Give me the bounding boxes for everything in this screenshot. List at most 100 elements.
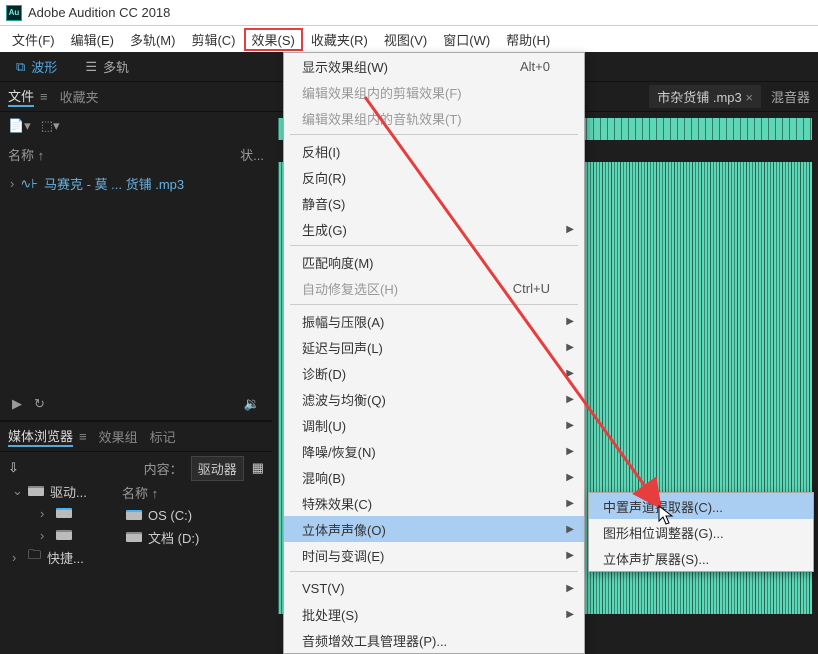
mi-auto-heal: 自动修复选区(H)Ctrl+U	[284, 275, 584, 301]
file-item[interactable]: › ∿⊦ 马赛克 - 莫 ... 货铺 .mp3	[8, 172, 264, 195]
multitrack-label: 多轨	[103, 57, 129, 76]
chevron-right-icon: ▶	[566, 342, 574, 353]
chevron-right-icon: ▶	[566, 224, 574, 235]
menu-multitrack[interactable]: 多轨(M)	[122, 28, 184, 51]
menu-separator	[290, 571, 578, 572]
chevron-right-icon: ▶	[566, 498, 574, 509]
chevron-right-icon: ▶	[566, 368, 574, 379]
chevron-right-icon: ▶	[566, 472, 574, 483]
mi-edit-clip-effects: 编辑效果组内的剪辑效果(F)	[284, 79, 584, 105]
play-button[interactable]: ▶	[12, 396, 22, 412]
menu-window[interactable]: 窗口(W)	[435, 28, 498, 51]
app-title: Adobe Audition CC 2018	[28, 5, 170, 20]
chevron-right-icon: ›	[10, 176, 14, 191]
file-list: › ∿⊦ 马赛克 - 莫 ... 货铺 .mp3	[0, 168, 272, 388]
chevron-right-icon: ▶	[566, 420, 574, 431]
browser-drive-c[interactable]: OS (C:)	[122, 504, 264, 526]
effects-menu: 显示效果组(W)Alt+0 编辑效果组内的剪辑效果(F) 编辑效果组内的音轨效果…	[283, 52, 585, 654]
record-icon[interactable]: ⬚▾	[41, 118, 60, 134]
smi-stereo-expander[interactable]: 立体声扩展器(S)...	[589, 545, 813, 571]
mi-plugin-manager[interactable]: 音频增效工具管理器(P)...	[284, 627, 584, 653]
name-column[interactable]: 名称 ↑	[8, 145, 44, 164]
smi-graphic-phase-shifter[interactable]: 图形相位调整器(G)...	[589, 519, 813, 545]
tab-effects-group[interactable]: 效果组	[99, 427, 138, 446]
menu-bar: 文件(F) 编辑(E) 多轨(M) 剪辑(C) 效果(S) 收藏夹(R) 视图(…	[0, 26, 818, 52]
mi-time-pitch[interactable]: 时间与变调(E)▶	[284, 542, 584, 568]
tab-media-browser[interactable]: 媒体浏览器	[8, 426, 73, 447]
transport-bar: ▶ ↻ 🔉	[0, 388, 272, 420]
mi-invert[interactable]: 反相(I)	[284, 138, 584, 164]
mi-match-loudness[interactable]: 匹配响度(M)	[284, 249, 584, 275]
chevron-right-icon: ›	[40, 506, 50, 521]
chevron-right-icon: ▶	[566, 524, 574, 535]
open-file-icon[interactable]: 📄▾	[8, 118, 31, 134]
mi-reverse[interactable]: 反向(R)	[284, 164, 584, 190]
panel-menu-icon[interactable]: ≡	[79, 429, 87, 444]
mi-vst[interactable]: VST(V)▶	[284, 575, 584, 601]
drive-d-label: 文档 (D:)	[148, 528, 199, 547]
menu-favorites[interactable]: 收藏夹(R)	[303, 28, 376, 51]
chevron-down-icon: ⌄	[12, 483, 22, 499]
mi-special[interactable]: 特殊效果(C)▶	[284, 490, 584, 516]
menu-clip[interactable]: 剪辑(C)	[183, 28, 243, 51]
menu-help[interactable]: 帮助(H)	[498, 28, 558, 51]
content-select[interactable]: 驱动器	[191, 456, 244, 481]
mi-reverb[interactable]: 混响(B)▶	[284, 464, 584, 490]
tab-marker[interactable]: 标记	[150, 427, 176, 446]
panel-menu-icon[interactable]: ≡	[40, 89, 48, 104]
chevron-right-icon: ▶	[566, 316, 574, 327]
import-icon[interactable]: ⇩	[8, 460, 19, 476]
drive-c-label: OS (C:)	[148, 508, 192, 523]
close-icon[interactable]: ×	[745, 90, 753, 105]
menu-view[interactable]: 视图(V)	[376, 28, 435, 51]
mi-delay-echo[interactable]: 延迟与回声(L)▶	[284, 334, 584, 360]
tab-favorites[interactable]: 收藏夹	[60, 87, 99, 106]
mi-filter-eq[interactable]: 滤波与均衡(Q)▶	[284, 386, 584, 412]
loop-button[interactable]: ↻	[34, 396, 45, 412]
media-browser-tabs: 媒体浏览器 ≡ 效果组 标记	[0, 422, 272, 452]
menu-edit[interactable]: 编辑(E)	[63, 28, 122, 51]
files-toolbar: 📄▾ ⬚▾	[0, 112, 272, 140]
mixer-tab[interactable]: 混音器	[771, 87, 810, 106]
waveform-icon: ⧉	[16, 59, 25, 75]
tab-files[interactable]: 文件	[8, 86, 34, 107]
waveform-mode-button[interactable]: ⧉ 波形	[8, 55, 65, 78]
mi-amplitude[interactable]: 振幅与压限(A)▶	[284, 308, 584, 334]
smi-center-channel-extractor[interactable]: 中置声道提取器(C)...	[589, 493, 813, 519]
chevron-right-icon: ▶	[566, 609, 574, 620]
menu-separator	[290, 304, 578, 305]
tree-root-label: 驱动...	[50, 482, 87, 501]
app-icon: Au	[6, 5, 22, 21]
view-icon[interactable]: ▦	[252, 460, 264, 476]
multitrack-mode-button[interactable]: ☰ 多轨	[77, 55, 137, 78]
mi-show-effects-rack[interactable]: 显示效果组(W)Alt+0	[284, 53, 584, 79]
title-bar: Au Adobe Audition CC 2018	[0, 0, 818, 26]
volume-button[interactable]: 🔉	[244, 396, 260, 412]
mi-edit-track-effects: 编辑效果组内的音轨效果(T)	[284, 105, 584, 131]
chevron-right-icon: ›	[40, 528, 50, 543]
mi-noise-reduction[interactable]: 降噪/恢复(N)▶	[284, 438, 584, 464]
editor-file-tab[interactable]: 市杂货铺 .mp3 ×	[649, 85, 761, 108]
audio-file-icon: ∿⊦	[20, 176, 38, 192]
tree-quick[interactable]: › 🗀 快捷...	[8, 546, 118, 568]
menu-separator	[290, 134, 578, 135]
menu-separator	[290, 245, 578, 246]
tree-root-drives[interactable]: ⌄ 驱动...	[8, 480, 118, 502]
menu-file[interactable]: 文件(F)	[4, 28, 63, 51]
chevron-right-icon: ▶	[566, 446, 574, 457]
menu-effects[interactable]: 效果(S)	[244, 28, 303, 51]
status-column[interactable]: 状...	[240, 145, 264, 164]
mi-diagnostics[interactable]: 诊断(D)▶	[284, 360, 584, 386]
mi-stereo-imagery[interactable]: 立体声声像(O)▶	[284, 516, 584, 542]
mi-generate[interactable]: 生成(G)▶	[284, 216, 584, 242]
chevron-right-icon: ▶	[566, 583, 574, 594]
tree-drive-d[interactable]: ›	[36, 524, 118, 546]
name-column[interactable]: 名称 ↑	[122, 483, 158, 502]
browser-drive-d[interactable]: 文档 (D:)	[122, 526, 264, 548]
mi-modulation[interactable]: 调制(U)▶	[284, 412, 584, 438]
chevron-right-icon: ▶	[566, 550, 574, 561]
tree-drive-c[interactable]: ›	[36, 502, 118, 524]
mi-silence[interactable]: 静音(S)	[284, 190, 584, 216]
mi-batch[interactable]: 批处理(S)▶	[284, 601, 584, 627]
drives-icon	[28, 486, 44, 496]
